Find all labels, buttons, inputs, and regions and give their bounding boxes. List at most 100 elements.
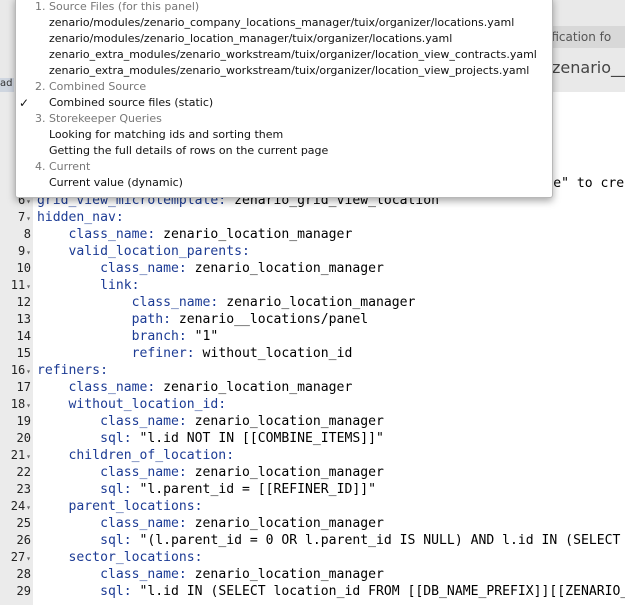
menu-section-header: 2. Combined Source [35,80,147,93]
menu-item[interactable]: Looking for matching ids and sorting the… [49,127,283,143]
line-number-text: 18 [10,397,26,411]
code-line: sql: "(l.parent_id = 0 OR l.parent_id IS… [37,532,625,549]
line-number-text: 19 [16,414,31,428]
yaml-value: "(l.parent_id = 0 OR l.parent_id IS NULL… [131,533,625,548]
yaml-value: "1" [186,329,219,344]
yaml-key: parent_locations: [37,499,203,514]
yaml-key: link: [37,278,140,293]
code-line: class_name: zenario_location_manager [37,566,384,583]
yaml-key: without_location_id: [37,397,227,412]
code-line: refiner: without_location_id [37,345,353,362]
fold-arrow-icon[interactable]: ▾ [26,367,31,376]
yaml-key: valid_location_parents: [37,244,250,259]
line-number: 19 [0,413,31,430]
yaml-key: sql: [37,584,132,599]
code-line: link: [37,277,139,294]
background-pane-title: zenario__l [552,58,625,77]
menu-item[interactable]: Current value (dynamic) [49,175,183,191]
fold-arrow-icon[interactable]: ▾ [26,214,31,223]
yaml-value: "l.id NOT IN [[COMBINE_ITEMS]]" [131,431,384,446]
code-line: class_name: zenario_location_manager [37,226,353,243]
line-number: 16▾ [0,362,31,379]
line-number-text: 15 [16,346,31,360]
line-number-text: 10 [16,261,31,275]
line-number: 8 [0,226,31,243]
yaml-value: without_location_id [194,346,353,361]
line-number-text: 25 [16,516,31,530]
yaml-key: sector_locations: [37,550,203,565]
line-number-text: 12 [16,295,31,309]
line-number-text: 26 [16,533,31,547]
menu-item[interactable]: Getting the full details of rows on the … [49,143,328,159]
yaml-key: class_name: [37,465,187,480]
line-number-text: 28 [16,567,31,581]
menu-item[interactable]: zenario/modules/zenario_location_manager… [49,31,452,47]
code-line: branch: "1" [37,328,219,345]
line-number: 23 [0,481,31,498]
line-number: 12 [0,294,31,311]
line-number: 18▾ [0,396,31,413]
line-number-text: 29 [16,584,31,598]
yaml-value: zenario_location_manager [186,567,384,582]
line-number: 17 [0,379,31,396]
checkmark-icon: ✓ [19,96,30,110]
line-number: 27▾ [0,549,31,566]
code-line: without_location_id: [37,396,227,413]
fold-arrow-icon[interactable]: ▾ [26,452,31,461]
code-line: class_name: zenario_location_manager [37,379,353,396]
line-number: 22 [0,464,31,481]
yaml-key: refiners: [37,363,108,378]
yaml-key: class_name: [37,227,156,242]
source-files-popup-menu: 1. Source Files (for this panel) zenario/… [15,0,553,198]
yaml-key: children_of_location: [37,448,235,463]
code-line: refiners: [37,362,108,379]
fold-arrow-icon[interactable]: ▾ [26,197,31,206]
fold-arrow-icon[interactable]: ▾ [26,282,31,291]
menu-item[interactable]: zenario/modules/zenario_company_location… [49,15,514,31]
menu-item[interactable]: zenario_extra_modules/zenario_workstream… [49,63,529,79]
line-number: 28 [0,566,31,583]
yaml-key: branch: [37,329,187,344]
code-line: class_name: zenario_location_manager [37,260,384,277]
line-number-text: 11 [10,278,26,292]
yaml-key: class_name: [37,516,187,531]
yaml-value: zenario_location_manager [155,227,353,242]
line-number: 13 [0,311,31,328]
line-number-text: 24 [10,499,26,513]
line-number: 11▾ [0,277,31,294]
yaml-value: zenario_location_manager [186,465,384,480]
yaml-key: class_name: [37,414,187,429]
code-line: sector_locations: [37,549,203,566]
yaml-key: refiner: [37,346,195,361]
line-number: 29 [0,583,31,600]
line-number-text: 21 [10,448,26,462]
fold-arrow-icon[interactable]: ▾ [26,248,31,257]
yaml-value: "l.parent_id = [[REFINER_ID]]" [131,482,376,497]
code-line: valid_location_parents: [37,243,250,260]
yaml-key: sql: [37,533,132,548]
line-number: 21▾ [0,447,31,464]
fold-arrow-icon[interactable]: ▾ [26,554,31,563]
menu-item[interactable]: zenario_extra_modules/zenario_workstream… [49,47,537,63]
code-line: class_name: zenario_location_manager [37,413,384,430]
yaml-value: zenario__locations/panel [171,312,369,327]
yaml-key: class_name: [37,380,156,395]
line-number: 24▾ [0,498,31,515]
line-number: 25 [0,515,31,532]
yaml-value: zenario_location_manager [218,295,416,310]
yaml-key: sql: [37,431,132,446]
fold-arrow-icon[interactable]: ▾ [26,401,31,410]
code-line: sql: "l.id IN (SELECT location_id FROM [… [37,583,625,600]
fold-arrow-icon[interactable]: ▾ [26,503,31,512]
yaml-value: zenario_location_manager [155,380,353,395]
menu-section-header: 3. Storekeeper Queries [35,112,162,125]
menu-item[interactable]: Combined source files (static) [49,95,213,111]
yaml-value: zenario_location_manager [186,516,384,531]
yaml-key: hidden_nav: [37,210,124,225]
line-number-text: 20 [16,431,31,445]
code-line: sql: "l.id NOT IN [[COMBINE_ITEMS]]" [37,430,384,447]
line-number-text: 9 [17,244,26,258]
line-number: 20 [0,430,31,447]
line-number-text: 14 [16,329,31,343]
line-number: 15 [0,345,31,362]
